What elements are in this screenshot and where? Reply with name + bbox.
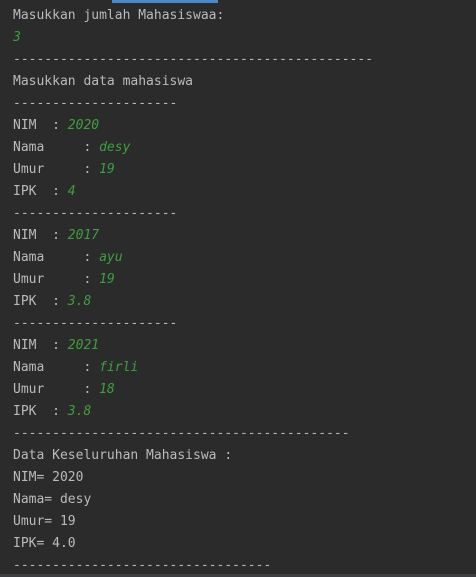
user-input: firli bbox=[99, 360, 139, 375]
user-input: ayu bbox=[99, 250, 123, 265]
line-text: Nama= desy bbox=[13, 492, 92, 507]
line-text: IPK : bbox=[13, 184, 68, 199]
console-line: Umur : 19 bbox=[13, 159, 476, 181]
user-input: 3 bbox=[13, 30, 21, 45]
line-text: NIM : bbox=[13, 228, 68, 243]
user-input: 3.8 bbox=[67, 404, 92, 419]
console-line: --------------------- bbox=[13, 313, 476, 335]
line-text: IPK : bbox=[13, 404, 68, 419]
user-input: 2017 bbox=[67, 228, 100, 243]
line-text: NIM : bbox=[13, 338, 68, 353]
console-line: ----------------------------------------… bbox=[13, 49, 476, 71]
user-input: 2021 bbox=[67, 338, 100, 353]
console-line: --------------------- bbox=[13, 203, 476, 225]
console-line: Umur= 19 bbox=[13, 511, 476, 533]
separator: --------------------------------- bbox=[13, 558, 272, 573]
console-line: --------------------- bbox=[13, 93, 476, 115]
line-text: NIM : bbox=[13, 118, 68, 133]
user-input: 4 bbox=[67, 184, 76, 199]
console-line: NIM : 2021 bbox=[13, 335, 476, 357]
console-line: Umur : 18 bbox=[13, 379, 476, 401]
console-line: Masukkan jumlah Mahasiswaa: bbox=[13, 5, 476, 27]
console-line: IPK : 3.8 bbox=[13, 291, 476, 313]
console-lines: Masukkan jumlah Mahasiswaa: 3 ----------… bbox=[13, 5, 476, 577]
console-line: IPK : 4 bbox=[13, 181, 476, 203]
line-text: Umur : bbox=[13, 162, 100, 177]
user-input: 19 bbox=[99, 272, 115, 287]
line-text: Umur : bbox=[13, 382, 100, 397]
console-line: IPK : 3.8 bbox=[13, 401, 476, 423]
line-text: Data Keseluruhan Mahasiswa : bbox=[13, 448, 233, 463]
line-text: Masukkan jumlah Mahasiswaa: bbox=[13, 8, 225, 23]
console-output[interactable]: Masukkan jumlah Mahasiswaa: 3 ----------… bbox=[0, 0, 476, 577]
separator: --------------------- bbox=[13, 206, 178, 221]
line-text: IPK= 4.0 bbox=[13, 536, 76, 551]
console-line: Umur : 19 bbox=[13, 269, 476, 291]
line-text: Nama : bbox=[13, 140, 100, 155]
user-input: desy bbox=[99, 140, 131, 155]
console-line: Masukkan data mahasiswa bbox=[13, 71, 476, 93]
console-line: 3 bbox=[13, 27, 476, 49]
console-line: Nama : firli bbox=[13, 357, 476, 379]
line-text: Nama : bbox=[13, 250, 100, 265]
console-line: Data Keseluruhan Mahasiswa : bbox=[13, 445, 476, 467]
console-line: Nama : desy bbox=[13, 137, 476, 159]
line-text: Umur : bbox=[13, 272, 100, 287]
line-text: NIM= 2020 bbox=[13, 470, 84, 485]
user-input: 2020 bbox=[67, 118, 100, 133]
console-line: NIM : 2017 bbox=[13, 225, 476, 247]
console-line: IPK= 4.0 bbox=[13, 533, 476, 555]
console-line: NIM : 2020 bbox=[13, 115, 476, 137]
separator: ----------------------------------------… bbox=[13, 52, 374, 67]
user-input: 19 bbox=[99, 162, 115, 177]
line-text: IPK : bbox=[13, 294, 68, 309]
separator: ----------------------------------------… bbox=[13, 426, 350, 441]
user-input: 18 bbox=[99, 382, 115, 397]
line-text: Masukkan data mahasiswa bbox=[13, 74, 194, 89]
console-line: ----------------------------------------… bbox=[13, 423, 476, 445]
console-line: NIM= 2020 bbox=[13, 467, 476, 489]
separator: --------------------- bbox=[13, 96, 178, 111]
separator: --------------------- bbox=[13, 316, 178, 331]
user-input: 3.8 bbox=[67, 294, 92, 309]
line-text: Nama : bbox=[13, 360, 100, 375]
console-line: Nama : ayu bbox=[13, 247, 476, 269]
console-line: Nama= desy bbox=[13, 489, 476, 511]
line-text: Umur= 19 bbox=[13, 514, 76, 529]
active-tab-indicator bbox=[112, 0, 218, 3]
